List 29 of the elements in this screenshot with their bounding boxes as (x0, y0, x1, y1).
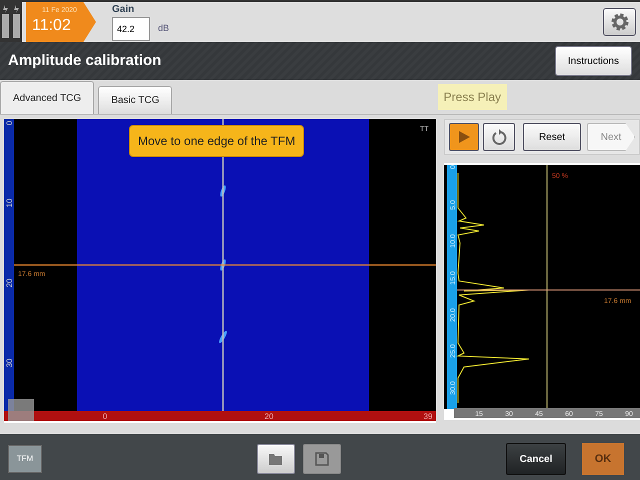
axis-tick-label: 0 (102, 412, 108, 421)
axis-tick-label: 20 (264, 412, 274, 421)
axis-tick-label: 30 (5, 358, 14, 368)
callout-text: Move to one edge of the TFM (129, 125, 304, 157)
axis-tick-label: 20 (5, 278, 14, 288)
floppy-icon (315, 452, 329, 466)
hint-tooltip: Press Play (438, 84, 507, 110)
axis-tick-label: 0 (5, 120, 14, 126)
cancel-button[interactable]: Cancel (506, 443, 566, 475)
play-button[interactable] (449, 123, 479, 151)
cursor-line[interactable] (14, 264, 436, 266)
restart-icon (491, 129, 507, 145)
unit-label: dB (158, 22, 170, 36)
tab[interactable]: Basic TCG (98, 86, 172, 114)
play-icon (457, 130, 471, 144)
settings-button[interactable] (603, 8, 636, 36)
cursor-line[interactable] (222, 119, 224, 411)
gain-field[interactable]: 42.2 (112, 17, 150, 41)
instructions-button[interactable]: Instructions (554, 46, 632, 76)
axis-tick-label: 39 (424, 412, 432, 421)
restart-button[interactable] (483, 123, 515, 151)
page-title: Amplitude calibration (8, 50, 162, 71)
folder-icon (268, 452, 284, 466)
gain-label: Gain (112, 3, 136, 17)
axis-tick-label: 10 (5, 198, 14, 208)
tab[interactable]: Advanced TCG (0, 81, 94, 114)
reset-button[interactable]: Reset (523, 123, 581, 151)
open-button[interactable] (257, 444, 295, 474)
settings-icon (610, 12, 630, 32)
